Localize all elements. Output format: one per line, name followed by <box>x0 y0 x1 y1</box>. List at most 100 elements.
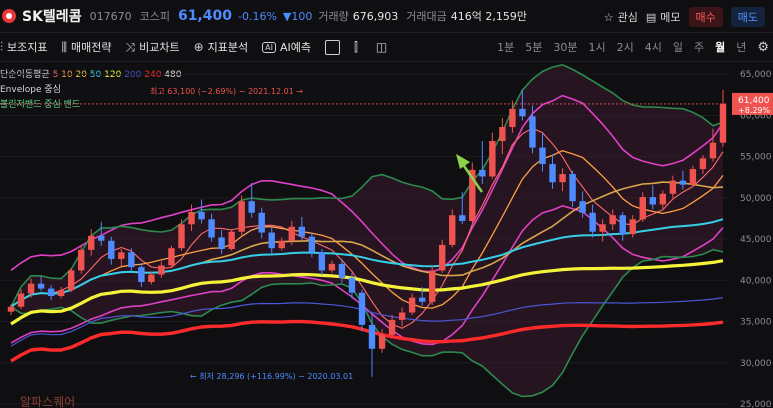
candle-body <box>619 215 626 235</box>
candle-body <box>699 158 707 170</box>
candle-body <box>649 197 657 205</box>
candle-body <box>208 219 215 238</box>
candle-body <box>629 219 636 235</box>
compare-icon: ⤨ <box>125 39 136 54</box>
candle-body <box>479 169 486 177</box>
period-4h[interactable]: 4시 <box>645 39 662 55</box>
memo-icon: ▤ <box>645 10 657 24</box>
candle-body <box>449 215 456 245</box>
candle-body <box>328 263 336 271</box>
camera-icon: ◫ <box>375 40 388 54</box>
settings-icon[interactable]: ⚙ <box>757 40 769 55</box>
candle-body <box>228 231 235 250</box>
candle-body <box>338 263 346 278</box>
period-day[interactable]: 일 <box>673 39 683 55</box>
analysis-label: 지표분석 <box>207 41 249 54</box>
candle-body <box>418 297 426 302</box>
strategy-label: 매매전략 <box>71 41 112 54</box>
strategy-icon: ⫼ <box>61 39 68 54</box>
candle-body <box>709 142 717 159</box>
candle-body <box>679 180 687 185</box>
y-tick-label: 50,000 <box>740 194 772 204</box>
memo-label: 메모 <box>660 11 681 24</box>
analysis-icon: ⊕ <box>193 40 204 54</box>
sell-button[interactable]: 매도 <box>730 7 765 27</box>
candle-body <box>689 169 697 185</box>
candle-body <box>108 240 115 259</box>
candle-body <box>559 173 566 183</box>
candle-body <box>529 116 536 148</box>
candle-body <box>539 147 546 165</box>
checkbox-icon[interactable] <box>325 39 341 55</box>
analysis-button[interactable]: ⊕ 지표분석 <box>194 39 249 55</box>
candle-body <box>388 319 396 335</box>
candle-body <box>579 201 586 213</box>
compare-button[interactable]: ⤨ 비교차트 <box>126 39 180 55</box>
candle-body <box>47 288 55 297</box>
indicators-label: 보조지표 <box>7 41 48 54</box>
price-tag-value: 61,400 <box>738 96 770 106</box>
candle-body <box>168 248 175 266</box>
candle-body <box>148 274 155 282</box>
screenshot-button[interactable]: ◫ <box>376 40 391 54</box>
candle-icon: ⫿ <box>354 39 358 54</box>
period-30m[interactable]: 30분 <box>553 39 577 55</box>
period-2h[interactable]: 2시 <box>617 39 634 55</box>
price-chart[interactable]: 65,00060,00055,00050,00045,00040,00035,0… <box>0 60 773 408</box>
y-tick-label: 30,000 <box>740 359 772 369</box>
candle-body <box>238 201 245 232</box>
company-logo <box>2 9 16 23</box>
buy-button[interactable]: 매수 <box>688 7 723 27</box>
candle-body <box>639 197 646 220</box>
watermark: 알파스퀘어 <box>20 395 75 408</box>
period-month[interactable]: 월 <box>715 39 725 55</box>
candle-body <box>459 215 466 221</box>
y-tick-label: 40,000 <box>740 276 772 286</box>
compare-label: 비교차트 <box>139 41 180 54</box>
candle-body <box>57 290 65 297</box>
candle-body <box>258 212 265 233</box>
stock-name[interactable]: SK텔레콤 <box>22 6 82 26</box>
candle-body <box>27 283 35 294</box>
candle-body <box>188 211 195 225</box>
ai-icon: AI <box>262 41 276 53</box>
watch-button[interactable]: ☆ 관심 <box>604 9 638 25</box>
candle-body <box>609 215 616 225</box>
candle-body <box>408 297 416 313</box>
trade-value: 416억 2,159만 <box>450 10 527 23</box>
y-tick-label: 45,000 <box>740 235 772 245</box>
price-tag-pct: +8.29% <box>738 106 771 115</box>
stock-code: 017670 <box>89 9 132 23</box>
ai-forecast-button[interactable]: AI AI예측 <box>262 39 311 55</box>
candle-body <box>7 306 15 312</box>
candle-body <box>599 224 606 232</box>
bollinger-fill <box>11 64 723 397</box>
period-5m[interactable]: 5분 <box>525 39 542 55</box>
strategy-button[interactable]: ⫼ 매매전략 <box>62 39 112 55</box>
candle-body <box>659 193 667 205</box>
candle-body <box>398 312 406 320</box>
period-week[interactable]: 주 <box>694 39 704 55</box>
candle-type-button[interactable]: ⫿ <box>354 40 362 55</box>
candle-body <box>308 236 316 253</box>
memo-button[interactable]: ▤ 메모 <box>646 9 681 25</box>
candle-body <box>318 252 326 271</box>
y-tick-label: 25,000 <box>740 400 772 408</box>
period-1h[interactable]: 1시 <box>588 39 605 55</box>
candle-body <box>569 173 576 202</box>
candle-body <box>128 252 135 268</box>
candle-body <box>158 265 165 275</box>
candle-body <box>138 267 145 282</box>
candle-body <box>519 108 526 117</box>
candle-body <box>288 226 296 241</box>
candle-body <box>77 249 85 271</box>
indicators-button[interactable]: ⫶ 보조지표 <box>0 39 48 55</box>
price-change-amount: ▼100 <box>282 9 313 23</box>
y-tick-label: 65,000 <box>740 70 772 80</box>
period-1m[interactable]: 1분 <box>497 39 514 55</box>
candle-body <box>17 293 25 307</box>
trade-value-label: 거래대금 <box>406 10 447 23</box>
candle-body <box>549 164 556 183</box>
period-year[interactable]: 년 <box>736 39 746 55</box>
candle-body <box>218 237 225 250</box>
